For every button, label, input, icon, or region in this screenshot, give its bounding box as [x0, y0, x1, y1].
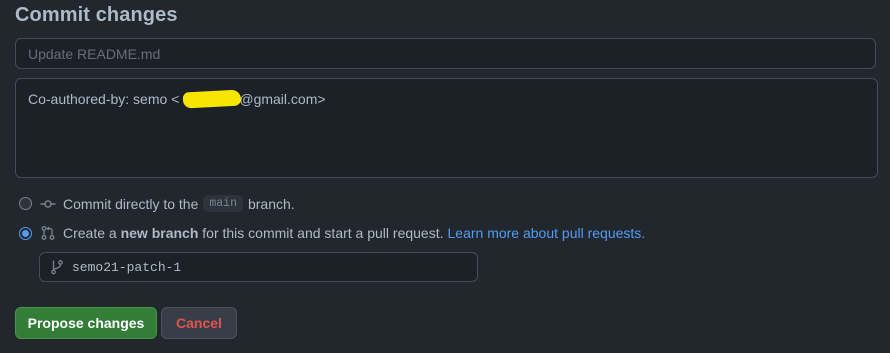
git-commit-icon [40, 196, 56, 212]
commit-summary-input[interactable] [15, 38, 876, 69]
page-title: Commit changes [15, 4, 178, 26]
commit-description-textarea[interactable]: Co-authored-by: semo < @gmail.com> [15, 78, 878, 178]
git-pull-request-icon [40, 225, 56, 241]
commit-changes-panel: Commit changes Co-authored-by: semo < @gm… [0, 0, 890, 353]
git-branch-icon [50, 259, 64, 275]
learn-more-pull-requests-link[interactable]: Learn more about pull requests. [448, 225, 646, 241]
commit-directly-label-suffix: branch. [247, 195, 295, 212]
commit-directly-option[interactable]: Commit directly to the main branch. [19, 195, 295, 212]
commit-directly-radio[interactable] [19, 197, 32, 210]
branch-name-value: semo21-patch-1 [72, 259, 182, 275]
cancel-button[interactable]: Cancel [161, 307, 237, 339]
new-branch-label-prefix: Create a [63, 225, 117, 241]
new-branch-radio[interactable] [19, 226, 32, 240]
description-prefix: Co-authored-by: semo < [28, 91, 180, 107]
new-branch-label-suffix: for this commit and start a pull request… [202, 225, 444, 241]
new-branch-option[interactable]: Create a new branch for this commit and … [19, 225, 645, 241]
propose-changes-button[interactable]: Propose changes [15, 307, 157, 339]
description-suffix: @gmail.com> [239, 91, 326, 107]
commit-directly-label: Commit directly to the [63, 195, 199, 212]
description-text: Co-authored-by: semo < @gmail.com> [28, 89, 865, 109]
new-branch-label-bold: new branch [120, 225, 199, 241]
branch-code-main: main [203, 195, 243, 212]
redaction-mark [182, 89, 242, 109]
branch-name-input[interactable]: semo21-patch-1 [39, 252, 478, 282]
